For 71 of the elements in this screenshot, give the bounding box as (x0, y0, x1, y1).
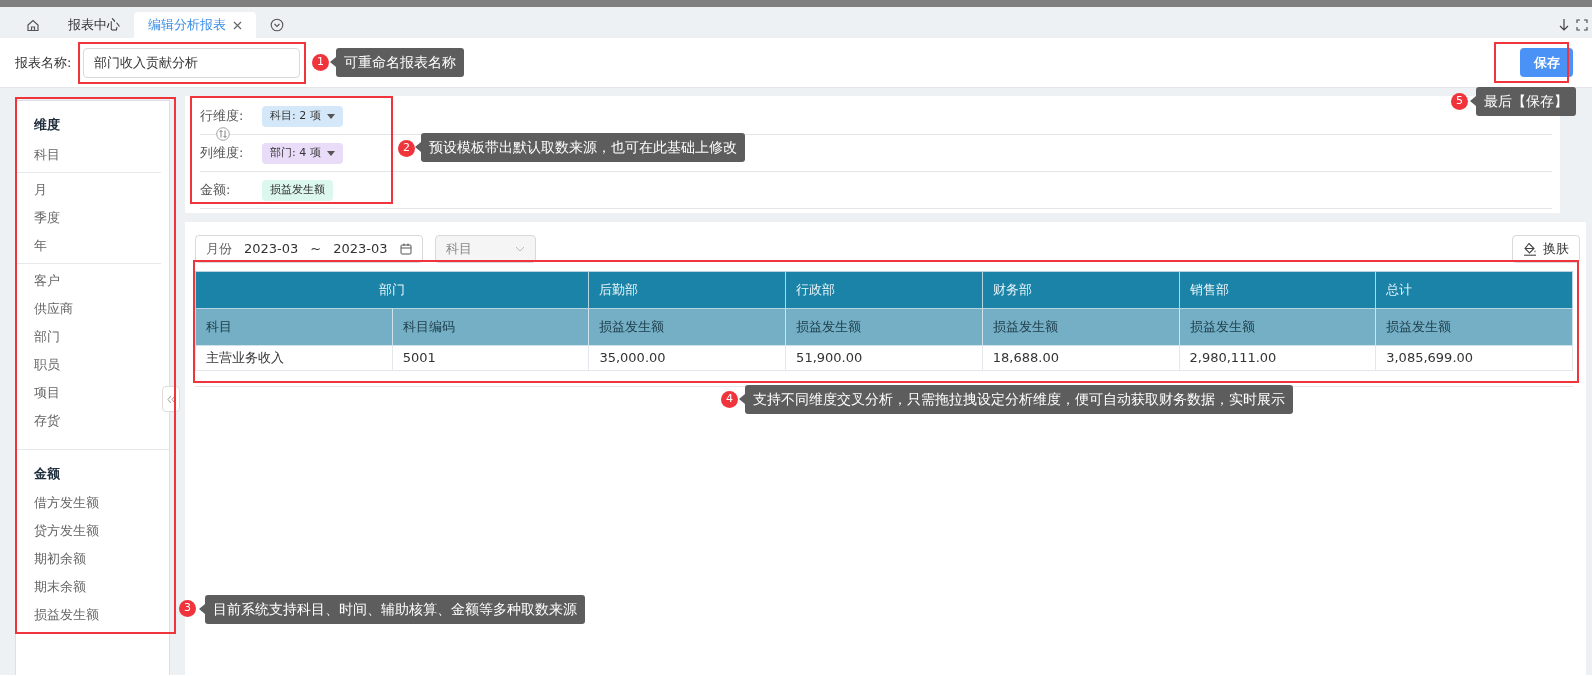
field-item[interactable]: 存货 (16, 406, 161, 435)
tab[interactable]: 报表中心 (54, 12, 134, 38)
column-group-header: 销售部 (1179, 271, 1376, 309)
dimension-chip[interactable]: 科目: 2 项 (262, 105, 343, 127)
paint-bucket-icon (1523, 242, 1537, 256)
tab[interactable]: 编辑分析报表 (134, 12, 256, 38)
callout-pointer (330, 57, 336, 67)
table-cell: 3,085,699.00 (1375, 345, 1573, 371)
column-header: 损益发生额 (1179, 308, 1376, 346)
field-item[interactable]: 职员 (16, 350, 161, 379)
double-chevron-icon (166, 394, 176, 404)
field-item[interactable]: 项目 (16, 378, 161, 407)
chevron-circle-icon (270, 18, 284, 32)
field-item[interactable]: 月 (16, 175, 161, 204)
table-cell: 35,000.00 (588, 345, 786, 371)
column-header: 科目 (195, 308, 393, 346)
report-name-field[interactable]: 部门收入贡献分析 (83, 47, 301, 78)
caret-down-icon (326, 150, 335, 156)
table-cell: 主营业务收入 (195, 345, 393, 371)
callout-pointer (739, 394, 745, 404)
download-icon[interactable] (1558, 18, 1570, 32)
field-item[interactable]: 损益发生额 (16, 601, 161, 629)
callout-pointer (415, 142, 421, 152)
field-item[interactable]: 客户 (16, 266, 161, 295)
group-title: 金额 (33, 464, 61, 483)
field-label: 报表名称: (15, 53, 72, 72)
table-cell: 18,688.00 (982, 345, 1179, 371)
dimension-chip[interactable]: 部门: 4 项 (262, 142, 343, 164)
step-number: 1 (312, 54, 329, 71)
fullscreen-icon[interactable] (1576, 19, 1588, 31)
column-group-header: 财务部 (982, 271, 1179, 309)
calendar-icon (399, 243, 412, 255)
column-group-header: 行政部 (785, 271, 983, 309)
dimension-label: 行维度: (200, 107, 245, 126)
field-item[interactable]: 季度 (16, 203, 161, 232)
close-icon[interactable] (233, 20, 242, 30)
table-cell: 5001 (392, 345, 589, 371)
callout-tooltip: 支持不同维度交叉分析，只需拖拉拽设定分析维度，便可自动获取财务数据，实时展示 (745, 385, 1293, 414)
field-item[interactable]: 科目 (16, 140, 161, 169)
field-item[interactable]: 借方发生额 (16, 489, 161, 517)
column-group-header: 后勤部 (588, 271, 786, 309)
callout-tooltip: 预设模板带出默认取数来源，也可在此基础上修改 (421, 133, 745, 162)
date-range-field[interactable]: 月份 2023-03 ~ 2023-03 (195, 235, 423, 263)
field-item[interactable]: 期末余额 (16, 573, 161, 601)
callout-tooltip: 目前系统支持科目、时间、辅助核算、金额等多种取数来源 (205, 595, 585, 624)
field-item[interactable]: 供应商 (16, 294, 161, 323)
callout-tooltip: 最后【保存】 (1476, 87, 1576, 116)
column-group-header: 部门 (195, 271, 589, 309)
dimension-label: 金额: (200, 181, 232, 200)
callout-tooltip: 可重命名报表名称 (336, 48, 464, 77)
field-item[interactable]: 贷方发生额 (16, 517, 161, 545)
column-header: 科目编码 (392, 308, 589, 346)
dimension-label: 列维度: (200, 144, 245, 163)
field-item[interactable]: 年 (16, 231, 161, 260)
home-icon (26, 18, 40, 32)
callout-pointer (199, 604, 205, 614)
table-cell: 51,900.00 (785, 345, 983, 371)
callout-pointer (1470, 96, 1476, 106)
chevron-down-icon (514, 246, 525, 252)
dimension-chip[interactable]: 损益发生额 (262, 179, 333, 201)
field-item[interactable]: 部门 (16, 322, 161, 351)
column-header: 损益发生额 (1375, 308, 1573, 346)
group-title: 维度 (33, 116, 61, 134)
column-group-header: 总计 (1375, 271, 1573, 309)
table-cell: 2,980,111.00 (1179, 345, 1376, 371)
column-header: 损益发生额 (785, 308, 983, 346)
caret-down-icon (326, 113, 335, 119)
column-header: 损益发生额 (588, 308, 786, 346)
column-header: 损益发生额 (982, 308, 1179, 346)
field-item[interactable]: 期初余额 (16, 545, 161, 573)
skin-button[interactable]: 换肤 (1512, 235, 1580, 263)
